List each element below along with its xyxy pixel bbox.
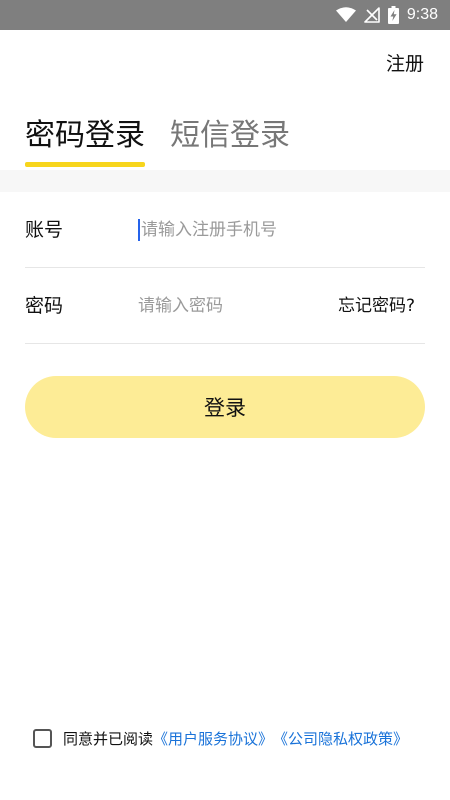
password-placeholder: 请输入密码 — [138, 296, 223, 316]
privacy-policy-link[interactable]: 《公司隐私权政策》 — [273, 728, 408, 749]
section-divider-band — [0, 170, 450, 192]
status-bar: 9:38 — [0, 0, 450, 30]
password-label: 密码 — [25, 295, 64, 317]
wifi-icon — [335, 7, 356, 22]
password-input[interactable]: 请输入密码 — [138, 269, 223, 344]
account-label: 账号 — [25, 219, 64, 241]
tab-sms-login[interactable]: 短信登录 — [170, 110, 290, 154]
agreement-checkbox[interactable] — [33, 728, 52, 748]
agreement-text: 同意并已阅读 — [63, 729, 154, 748]
password-divider — [25, 343, 425, 344]
account-placeholder: 请输入注册手机号 — [141, 220, 277, 240]
user-agreement-link[interactable]: 《用户服务协议》 — [153, 728, 273, 749]
password-row: 密码 请输入密码 忘记密码? — [25, 269, 425, 344]
tab-password-login[interactable]: 密码登录 — [25, 110, 145, 154]
account-divider — [25, 267, 425, 268]
status-bar-icons: 9:38 — [335, 0, 438, 30]
text-cursor — [138, 219, 140, 241]
agreement-row: 同意并已阅读 《用户服务协议》 《公司隐私权政策》 — [33, 726, 408, 750]
login-button-label: 登录 — [204, 396, 246, 420]
register-button[interactable]: 注册 — [386, 49, 424, 76]
forgot-password-link[interactable]: 忘记密码? — [338, 269, 415, 344]
account-input[interactable]: 请输入注册手机号 — [138, 193, 277, 268]
active-tab-indicator — [25, 162, 145, 167]
battery-charging-icon — [387, 6, 399, 24]
login-button[interactable]: 登录 — [25, 376, 425, 438]
account-row: 账号 请输入注册手机号 — [25, 193, 425, 268]
no-signal-icon — [364, 7, 380, 23]
status-time: 9:38 — [406, 6, 438, 23]
